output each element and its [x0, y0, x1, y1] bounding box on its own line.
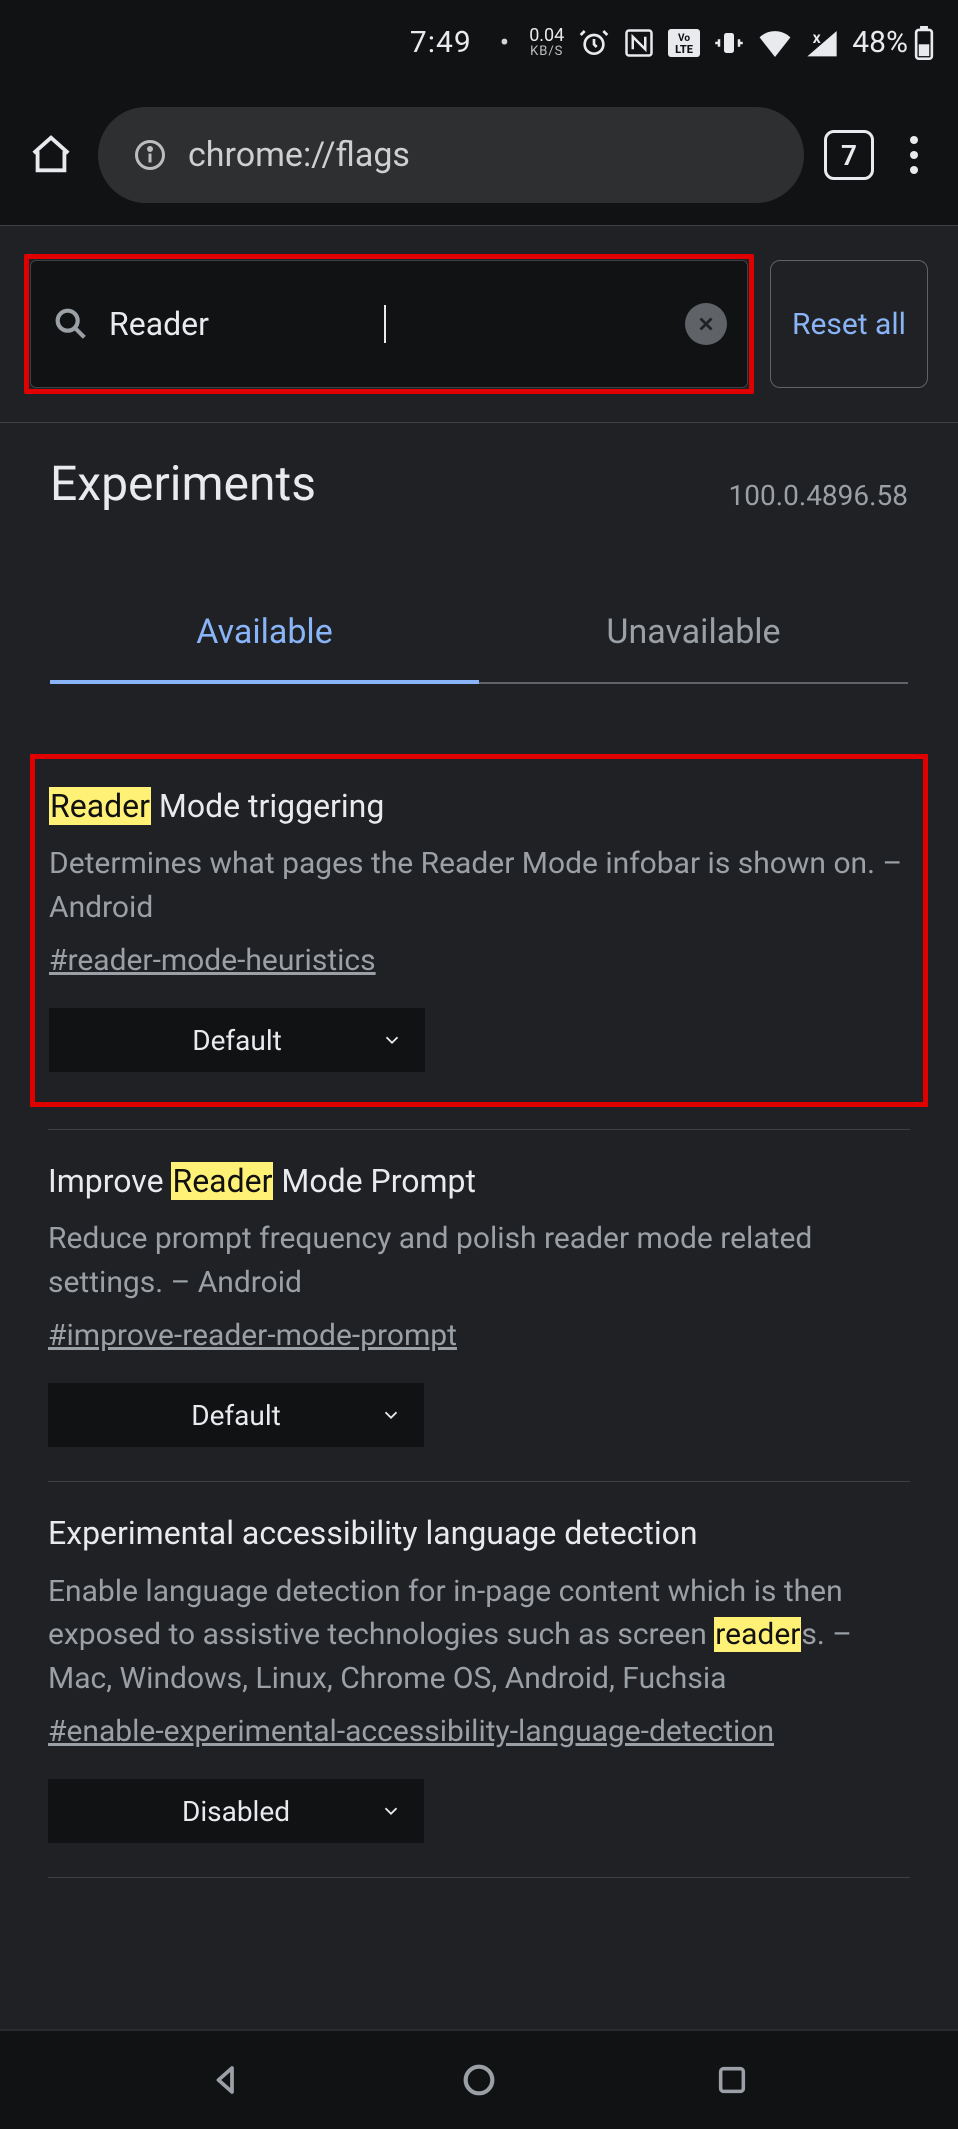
tab-switcher-button[interactable]: 7 [824, 130, 874, 180]
network-speed-indicator: 0.04 KB/S [529, 27, 564, 58]
back-triangle-icon [208, 2062, 244, 2098]
reset-all-button[interactable]: Reset all [770, 260, 928, 388]
flags-search-box[interactable]: Reader [30, 260, 748, 388]
wifi-icon [758, 29, 792, 57]
url-text: chrome://flags [188, 135, 410, 175]
chevron-down-icon [381, 1029, 403, 1051]
back-button[interactable] [204, 2058, 248, 2102]
flag-select[interactable]: Default [49, 1008, 425, 1072]
address-bar[interactable]: chrome://flags [98, 107, 804, 203]
overflow-menu-button[interactable] [894, 136, 934, 174]
vibrate-icon [714, 28, 744, 58]
flag-title-before: Improve [48, 1162, 171, 1200]
chevron-down-icon [380, 1800, 402, 1822]
tab-available-label: Available [196, 612, 332, 652]
tab-count: 7 [841, 139, 857, 172]
nfc-icon [624, 28, 654, 58]
flag-select-value: Disabled [182, 1795, 290, 1828]
chevron-down-icon [380, 1404, 402, 1426]
home-nav-button[interactable] [457, 2058, 501, 2102]
page-title: Experiments [50, 455, 316, 512]
status-separator-dot: • [500, 26, 509, 59]
search-match-highlight: Reader [171, 1162, 273, 1200]
kebab-dot-icon [910, 136, 918, 144]
search-match-highlight: Reader [49, 787, 151, 825]
flag-card-improve-reader-mode-prompt: Improve Reader Mode Prompt Reduce prompt… [48, 1130, 910, 1482]
clock: 7:49 [410, 25, 472, 60]
clear-search-button[interactable] [685, 303, 727, 345]
battery-percent: 48% [852, 25, 908, 60]
flag-permalink[interactable]: #improve-reader-mode-prompt [48, 1318, 457, 1353]
network-speed-unit: KB/S [529, 45, 564, 58]
svg-text:LTE: LTE [675, 43, 693, 56]
flag-select[interactable]: Default [48, 1383, 424, 1447]
svg-text:x: x [813, 29, 821, 47]
flags-list: Reader Mode triggering Determines what p… [0, 754, 958, 1878]
flags-tabs: Available Unavailable [0, 612, 958, 684]
flag-title: Improve Reader Mode Prompt [48, 1160, 910, 1203]
browser-toolbar: chrome://flags 7 [0, 85, 958, 225]
flag-description: Reduce prompt frequency and polish reade… [48, 1217, 910, 1304]
battery-indicator: 48% [852, 25, 934, 60]
kebab-dot-icon [910, 166, 918, 174]
flag-select-value: Default [191, 1399, 281, 1432]
experiments-header: Experiments 100.0.4896.58 [0, 423, 958, 522]
search-match-highlight: reader [714, 1617, 801, 1652]
kebab-dot-icon [910, 151, 918, 159]
circle-icon [459, 2060, 499, 2100]
tab-available[interactable]: Available [50, 612, 479, 684]
square-icon [715, 2063, 749, 2097]
battery-icon [914, 26, 934, 60]
flag-card-accessibility-language-detection: Experimental accessibility language dete… [48, 1482, 910, 1878]
home-button[interactable] [24, 128, 78, 182]
reset-all-label: Reset all [792, 305, 906, 344]
flag-description: Enable language detection for in-page co… [48, 1570, 910, 1701]
flags-search-panel: Reader Reset all [0, 226, 958, 422]
flag-title-after: Mode Prompt [273, 1162, 476, 1200]
flag-title: Reader Mode triggering [49, 785, 909, 828]
status-bar: 7:49 • 0.04 KB/S VoLTE x 48% [0, 0, 958, 85]
tab-unavailable-label: Unavailable [606, 612, 780, 652]
system-navigation-bar [0, 2029, 958, 2129]
info-icon [132, 137, 168, 173]
flag-select-value: Default [192, 1024, 282, 1057]
flag-permalink[interactable]: #enable-experimental-accessibility-langu… [48, 1714, 774, 1749]
flag-select[interactable]: Disabled [48, 1779, 424, 1843]
cellular-signal-icon: x [806, 29, 838, 57]
volte-icon: VoLTE [668, 29, 700, 57]
network-speed-value: 0.04 [529, 27, 564, 45]
flag-title-rest: Mode triggering [151, 787, 384, 825]
flag-description: Determines what pages the Reader Mode in… [49, 842, 909, 929]
tab-unavailable[interactable]: Unavailable [479, 612, 908, 684]
search-input[interactable]: Reader [109, 305, 372, 343]
flag-card-reader-mode-heuristics: Reader Mode triggering Determines what p… [30, 754, 928, 1107]
text-cursor [384, 305, 386, 343]
home-icon [28, 132, 74, 178]
close-icon [695, 313, 717, 335]
flag-title: Experimental accessibility language dete… [48, 1512, 910, 1555]
flag-permalink[interactable]: #reader-mode-heuristics [49, 943, 376, 978]
search-icon [51, 304, 91, 344]
alarm-icon [578, 27, 610, 59]
recents-button[interactable] [710, 2058, 754, 2102]
version-text: 100.0.4896.58 [728, 479, 908, 512]
